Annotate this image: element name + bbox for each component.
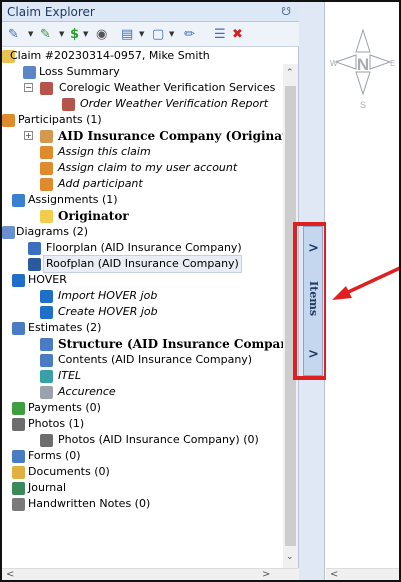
highlight-box bbox=[293, 222, 328, 380]
edit-icon[interactable]: ✎ bbox=[40, 26, 51, 43]
list-icon[interactable]: ☰ bbox=[214, 26, 226, 43]
tree-item[interactable]: Order Weather Verification Report bbox=[2, 96, 283, 112]
red-arrow-icon bbox=[332, 266, 399, 300]
scroll-up-icon[interactable]: ⌃ bbox=[286, 68, 294, 78]
tree-item[interactable]: Add participant bbox=[2, 176, 283, 192]
journal-icon bbox=[12, 482, 25, 495]
dollar-icon[interactable]: $ bbox=[70, 26, 79, 43]
expand-icon[interactable]: + bbox=[24, 131, 33, 140]
tree-item[interactable]: ITEL bbox=[2, 368, 283, 384]
accurence-icon bbox=[40, 386, 53, 399]
estimate-icon bbox=[12, 322, 25, 335]
document-icon bbox=[23, 66, 36, 79]
people-icon bbox=[40, 162, 53, 175]
scroll-down-icon[interactable]: ⌄ bbox=[286, 552, 294, 562]
tree-item[interactable]: Assign this claim bbox=[2, 144, 283, 160]
tree-item[interactable]: HOVER bbox=[2, 272, 283, 288]
horizontal-scrollbar[interactable]: < > bbox=[2, 568, 299, 580]
people-icon bbox=[40, 146, 53, 159]
scroll-right-icon[interactable]: > bbox=[262, 569, 270, 580]
tree-item[interactable]: Participants (1) bbox=[2, 112, 283, 128]
collapse-icon[interactable]: − bbox=[24, 83, 33, 92]
itel-icon bbox=[40, 370, 53, 383]
folder-icon bbox=[40, 210, 53, 223]
tree-item[interactable]: Floorplan (AID Insurance Company) bbox=[2, 240, 283, 256]
delete-icon[interactable]: ✖ bbox=[232, 26, 243, 43]
tree-item[interactable]: Assign claim to my user account bbox=[2, 160, 283, 176]
tree-item[interactable]: Documents (0) bbox=[2, 464, 283, 480]
scroll-left-icon[interactable]: < bbox=[330, 569, 338, 580]
tree-item[interactable]: Assignments (1) bbox=[2, 192, 283, 208]
add-icon[interactable]: ✎ bbox=[8, 26, 19, 43]
notes-icon bbox=[12, 498, 25, 511]
tree-item[interactable]: Claim #20230314-0957, Mike Smith bbox=[2, 48, 283, 64]
dollar-icon bbox=[12, 402, 25, 415]
pin-icon[interactable]: ☋ bbox=[281, 5, 291, 18]
hover-icon bbox=[12, 274, 25, 287]
claim-tree: Claim #20230314-0957, Mike Smith Loss Su… bbox=[2, 48, 283, 569]
tree-item[interactable]: Photos (1) bbox=[2, 416, 283, 432]
form-icon bbox=[12, 450, 25, 463]
compass-s-label: S bbox=[360, 100, 366, 110]
chevron-down-icon[interactable]: ▼ bbox=[28, 30, 33, 38]
people-icon bbox=[40, 178, 53, 191]
documents-icon bbox=[12, 466, 25, 479]
tree-item[interactable]: Handwritten Notes (0) bbox=[2, 496, 283, 512]
weather-service-icon bbox=[40, 82, 53, 95]
tree-item[interactable]: Contents (AID Insurance Company) bbox=[2, 352, 283, 368]
roofplan-icon bbox=[28, 258, 41, 271]
chevron-down-icon[interactable]: ▼ bbox=[83, 30, 88, 38]
camera-icon bbox=[40, 434, 53, 447]
compass-icon: N S W E bbox=[330, 28, 395, 110]
chevron-down-icon[interactable]: ▼ bbox=[169, 30, 174, 38]
estimate-icon bbox=[40, 338, 53, 351]
tree-item[interactable]: − Corelogic Weather Verification Service… bbox=[2, 80, 283, 96]
hover-icon bbox=[40, 290, 53, 303]
tree-item[interactable]: Journal bbox=[2, 480, 283, 496]
person-icon bbox=[40, 130, 53, 143]
compass-w-label: W bbox=[330, 59, 338, 68]
tree-item[interactable]: Estimates (2) bbox=[2, 320, 283, 336]
tree-item[interactable]: Loss Summary bbox=[2, 64, 283, 80]
hover-icon bbox=[40, 306, 53, 319]
camera-icon[interactable]: ◉ bbox=[96, 26, 107, 43]
pane-title: Claim Explorer bbox=[7, 5, 95, 19]
tree-item[interactable]: Diagrams (2) bbox=[2, 224, 283, 240]
pane-header: Claim Explorer ☋ bbox=[2, 2, 299, 22]
document-icon[interactable]: ▤ bbox=[121, 26, 133, 43]
chevron-down-icon[interactable]: ▼ bbox=[59, 30, 64, 38]
tree-item[interactable]: Structure (AID Insurance Company) bbox=[2, 336, 283, 352]
new-document-icon[interactable]: ▢ bbox=[152, 26, 164, 43]
people-icon bbox=[2, 114, 15, 127]
estimate-icon bbox=[40, 354, 53, 367]
tree-item[interactable]: Originator bbox=[2, 208, 283, 224]
compass-e-label: E bbox=[390, 59, 395, 68]
signature-icon[interactable]: ✏ bbox=[184, 26, 195, 43]
floorplan-icon bbox=[28, 242, 41, 255]
tree-item[interactable]: Roofplan (AID Insurance Company) bbox=[2, 255, 283, 273]
window-frame: Claim Explorer ☋ ✎ ▼ ✎ ▼ $ ▼ ◉ ▤ ▼ ▢ ▼ ✏… bbox=[0, 0, 401, 582]
assignment-icon bbox=[12, 194, 25, 207]
weather-report-icon bbox=[62, 98, 75, 111]
chevron-down-icon[interactable]: ▼ bbox=[139, 30, 144, 38]
map-horizontal-scrollbar[interactable]: < bbox=[326, 568, 399, 580]
scroll-left-icon[interactable]: < bbox=[6, 569, 14, 580]
tree-item[interactable]: + AID Insurance Company (Originator) bbox=[2, 128, 283, 144]
claim-explorer-pane: Claim Explorer ☋ ✎ ▼ ✎ ▼ $ ▼ ◉ ▤ ▼ ▢ ▼ ✏… bbox=[2, 2, 299, 580]
tree-item[interactable]: Accurence bbox=[2, 384, 283, 400]
tree-item[interactable]: Photos (AID Insurance Company) (0) bbox=[2, 432, 283, 448]
compass-n-label: N bbox=[357, 55, 369, 74]
tree-item[interactable]: Payments (0) bbox=[2, 400, 283, 416]
tree-item[interactable]: Import HOVER job bbox=[2, 288, 283, 304]
diagram-icon bbox=[2, 226, 15, 239]
tree-item[interactable]: Forms (0) bbox=[2, 448, 283, 464]
tree-item[interactable]: Create HOVER job bbox=[2, 304, 283, 320]
toolbar: ✎ ▼ ✎ ▼ $ ▼ ◉ ▤ ▼ ▢ ▼ ✏ ☰ ✖ bbox=[2, 22, 299, 47]
camera-icon bbox=[12, 418, 25, 431]
